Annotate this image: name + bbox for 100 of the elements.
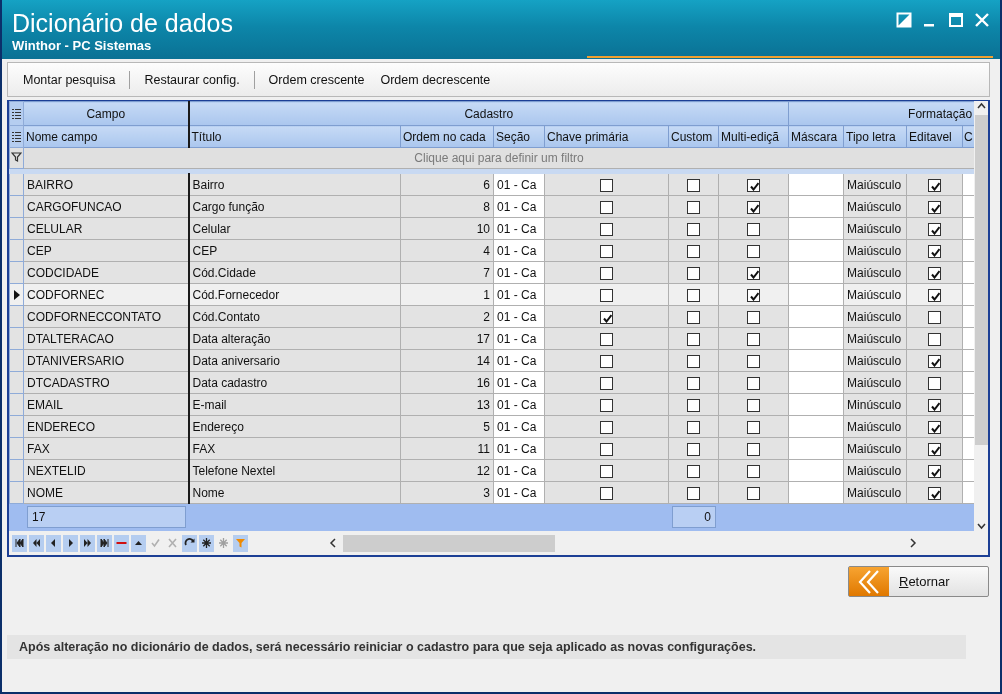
- checkbox[interactable]: [928, 200, 942, 214]
- checkbox[interactable]: [600, 266, 613, 280]
- checkbox[interactable]: [747, 332, 760, 346]
- table-row[interactable]: DTANIVERSARIO Data aniversario 14 01 - Ca Maiúsculo: [9, 349, 975, 372]
- table-row[interactable]: CODCIDADE Cód.Cidade 7 01 - Ca Maiúsculo: [9, 261, 975, 284]
- table-row[interactable]: CARGOFUNCAO Cargo função 8 01 - Ca Maiúsculo: [9, 195, 975, 218]
- checkbox[interactable]: [747, 178, 760, 192]
- table-row[interactable]: EMAIL E-mail 13 01 - Ca Minúsculo: [9, 393, 975, 416]
- table-row[interactable]: ENDERECO Endereço 5 01 - Ca Maiúsculo: [9, 415, 975, 438]
- toolbar-button[interactable]: Restaurar config.: [136, 69, 248, 90]
- checkbox[interactable]: [600, 464, 613, 478]
- checkbox[interactable]: [687, 376, 700, 390]
- checkbox[interactable]: [600, 332, 613, 346]
- navigator-button[interactable]: [63, 534, 78, 552]
- filter-icon[interactable]: [11, 150, 22, 163]
- checkbox[interactable]: [687, 332, 700, 346]
- checkbox[interactable]: [600, 178, 613, 192]
- checkbox[interactable]: [928, 244, 942, 258]
- checkbox[interactable]: [928, 376, 942, 390]
- checkbox[interactable]: [928, 310, 942, 324]
- column-header[interactable]: Título: [191, 129, 222, 144]
- navigator-button[interactable]: [80, 534, 95, 552]
- navigator-button[interactable]: [199, 534, 214, 552]
- return-button[interactable]: Retornar: [848, 566, 989, 597]
- navigator-button[interactable]: [182, 534, 197, 552]
- table-row[interactable]: BAIRRO Bairro 6 01 - Ca Maiúsculo: [9, 173, 975, 196]
- checkbox[interactable]: [928, 266, 942, 280]
- checkbox[interactable]: [600, 442, 613, 456]
- toolbar-button[interactable]: Ordem crescente: [260, 69, 373, 90]
- checkbox[interactable]: [600, 398, 613, 412]
- table-row[interactable]: CODFORNECCONTATO Cód.Contato 2 01 - Ca Maiúsculo: [9, 305, 975, 328]
- checkbox[interactable]: [600, 200, 613, 214]
- vertical-scrollbar[interactable]: [974, 101, 988, 531]
- checkbox[interactable]: [928, 222, 942, 236]
- table-row[interactable]: CODFORNEC Cód.Fornecedor 1 01 - Ca Maiúsculo: [9, 283, 975, 306]
- column-chooser-icon[interactable]: [11, 131, 22, 144]
- checkbox[interactable]: [747, 486, 760, 500]
- checkbox[interactable]: [600, 354, 613, 368]
- checkbox[interactable]: [928, 442, 942, 456]
- table-row[interactable]: CELULAR Celular 10 01 - Ca Maiúsculo: [9, 217, 975, 240]
- checkbox[interactable]: [928, 486, 942, 500]
- toolbar-button[interactable]: Montar pesquisa: [15, 69, 124, 90]
- checkbox[interactable]: [747, 398, 760, 412]
- checkbox[interactable]: [928, 464, 942, 478]
- checkbox[interactable]: [928, 398, 942, 412]
- checkbox[interactable]: [600, 244, 613, 258]
- checkbox[interactable]: [600, 288, 613, 302]
- checkbox[interactable]: [747, 420, 760, 434]
- table-row[interactable]: CEP CEP 4 01 - Ca Maiúsculo: [9, 239, 975, 262]
- scroll-down-icon[interactable]: [975, 521, 987, 531]
- checkbox[interactable]: [928, 354, 942, 368]
- checkbox[interactable]: [747, 464, 760, 478]
- navigator-button[interactable]: [131, 534, 146, 552]
- toolbar-button[interactable]: Ordem decrescente: [372, 69, 499, 90]
- checkbox[interactable]: [687, 354, 700, 368]
- checkbox[interactable]: [928, 288, 942, 302]
- checkbox[interactable]: [600, 310, 613, 324]
- table-row[interactable]: NEXTELID Telefone Nextel 12 01 - Ca Maiúsculo: [9, 459, 975, 482]
- navigator-button[interactable]: [46, 534, 61, 552]
- checkbox[interactable]: [600, 486, 613, 500]
- checkbox[interactable]: [600, 376, 613, 390]
- checkbox[interactable]: [747, 354, 760, 368]
- table-row[interactable]: NOME Nome 3 01 - Ca Maiúsculo: [9, 481, 975, 504]
- table-row[interactable]: DTCADASTRO Data cadastro 16 01 - Ca Maiúsculo: [9, 371, 975, 394]
- column-chooser-icon[interactable]: [11, 108, 22, 121]
- checkbox[interactable]: [687, 442, 700, 456]
- checkbox[interactable]: [747, 200, 760, 214]
- checkbox[interactable]: [747, 222, 760, 236]
- checkbox[interactable]: [928, 332, 942, 346]
- scroll-up-icon[interactable]: [975, 101, 987, 111]
- checkbox[interactable]: [687, 486, 700, 500]
- checkbox[interactable]: [747, 266, 760, 280]
- checkbox[interactable]: [687, 420, 700, 434]
- maximize-icon[interactable]: [948, 12, 964, 28]
- checkbox[interactable]: [928, 178, 942, 192]
- scroll-left-icon[interactable]: [328, 537, 338, 549]
- checkbox[interactable]: [687, 288, 700, 302]
- checkbox[interactable]: [747, 376, 760, 390]
- close-icon[interactable]: [974, 12, 990, 28]
- horizontal-scrollbar[interactable]: [328, 534, 918, 552]
- checkbox[interactable]: [687, 222, 700, 236]
- table-row[interactable]: DTALTERACAO Data alteração 17 01 - Ca Maiúsculo: [9, 327, 975, 350]
- checkbox[interactable]: [687, 464, 700, 478]
- checkbox[interactable]: [687, 398, 700, 412]
- navigator-button[interactable]: [29, 534, 44, 552]
- checkbox[interactable]: [687, 200, 700, 214]
- checkbox[interactable]: [687, 310, 700, 324]
- navigator-button[interactable]: [12, 534, 27, 552]
- dock-icon[interactable]: [896, 12, 912, 28]
- table-row[interactable]: FAX FAX 11 01 - Ca Maiúsculo: [9, 437, 975, 460]
- checkbox[interactable]: [928, 420, 942, 434]
- checkbox[interactable]: [600, 420, 613, 434]
- checkbox[interactable]: [687, 178, 700, 192]
- scroll-right-icon[interactable]: [908, 537, 918, 549]
- checkbox[interactable]: [747, 288, 760, 302]
- checkbox[interactable]: [600, 222, 613, 236]
- checkbox[interactable]: [747, 442, 760, 456]
- navigator-button[interactable]: [97, 534, 112, 552]
- checkbox[interactable]: [687, 266, 700, 280]
- checkbox[interactable]: [747, 244, 760, 258]
